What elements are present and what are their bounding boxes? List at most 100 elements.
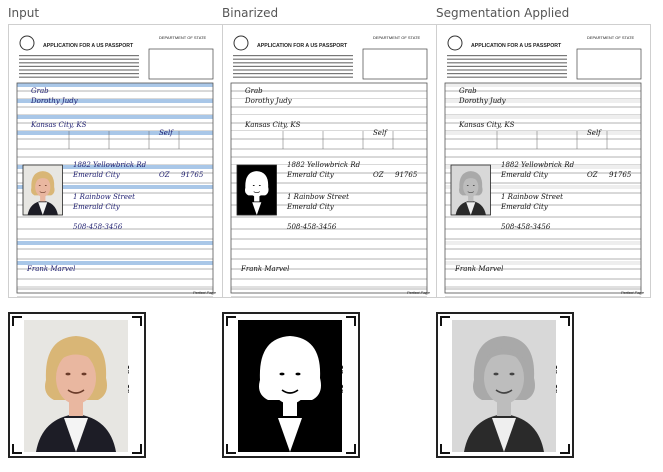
passport-form-input: Grab Dorothy Judy Kansas City, KS Self 1882 …	[8, 24, 223, 298]
passport-form-binarized: Grab Dorothy Judy Kansas City, KS Self 1882 …	[222, 24, 437, 298]
handwritten-entry: 1882 Yellowbrick Rd	[287, 161, 361, 169]
form-section-band	[231, 241, 427, 245]
handwritten-entry: 1882 Yellowbrick Rd	[73, 161, 147, 169]
handwritten-entry: Frank Marvel	[455, 265, 504, 273]
form-section-band	[17, 241, 213, 245]
form-footer-logo: Perfect Page	[406, 290, 430, 295]
form-section-band	[17, 115, 213, 119]
portrait-photo	[24, 320, 128, 452]
form-footer-logo: Perfect Page	[192, 290, 216, 295]
handwritten-entry: Emerald City	[287, 171, 334, 179]
crop-corner	[346, 316, 356, 326]
portrait-eye-left	[252, 184, 255, 187]
form-section-band	[17, 131, 213, 135]
handwritten-entry: 1 Rainbow Street	[501, 193, 563, 201]
form-photo	[237, 165, 277, 216]
portrait-neck	[283, 400, 297, 416]
handwritten-entry: Emerald City	[73, 171, 120, 179]
crop-corner	[226, 444, 236, 454]
portrait-eye-right	[81, 372, 87, 376]
form-section-band	[445, 241, 641, 245]
form-photo	[451, 165, 491, 216]
handwritten-entry: Emerald City	[501, 171, 548, 179]
handwritten-entry: Emerald City	[73, 203, 120, 211]
crop-corner	[12, 316, 22, 326]
panel-title: Binarized	[222, 6, 279, 20]
portrait-neck	[254, 195, 260, 202]
crop-corner	[132, 444, 142, 454]
portrait-photo	[238, 320, 342, 452]
form-section-band	[445, 131, 641, 135]
portrait-photo	[452, 320, 556, 452]
portrait-eye-left	[279, 372, 285, 376]
handwritten-entry: 508-458-3456	[73, 223, 123, 231]
handwritten-entry: Grab	[245, 87, 263, 95]
portrait-eye-left	[65, 372, 71, 376]
portrait-eye-right	[258, 184, 261, 187]
handwritten-entry: Emerald City	[287, 203, 334, 211]
handwritten-entry: 1882 Yellowbrick Rd	[501, 161, 575, 169]
portrait-face	[249, 177, 265, 197]
handwritten-entry: 1 Rainbow Street	[287, 193, 349, 201]
portrait-eye-right	[44, 184, 47, 187]
form-department: DEPARTMENT OF STATE	[587, 35, 635, 40]
portrait-face	[270, 352, 310, 404]
portrait-eye-left	[466, 184, 469, 187]
portrait-eye-left	[38, 184, 41, 187]
passport-form-segmented: Grab Dorothy Judy Kansas City, KS Self 1882 …	[436, 24, 651, 298]
portrait-face	[463, 177, 479, 197]
form-header: APPLICATION FOR A US PASSPORT	[43, 43, 134, 49]
handwritten-entry: 91765	[181, 171, 204, 179]
handwritten-entry: Frank Marvel	[27, 265, 76, 273]
panel-title: Segmentation Applied	[436, 6, 570, 20]
photo-card-input: 2" x 2"2" x 2"	[8, 312, 146, 458]
handwritten-entry: 91765	[609, 171, 632, 179]
portrait-neck	[69, 400, 83, 416]
crop-corner	[440, 444, 450, 454]
portrait-neck	[497, 400, 511, 416]
handwritten-entry: OZ	[159, 171, 170, 179]
handwritten-entry: 1 Rainbow Street	[73, 193, 135, 201]
photo-card-binarized: 2" x 2"2" x 2"	[222, 312, 360, 458]
handwritten-entry: Dorothy Judy	[459, 97, 506, 105]
crop-corner	[560, 444, 570, 454]
form-header: APPLICATION FOR A US PASSPORT	[471, 43, 562, 49]
portrait-face	[56, 352, 96, 404]
handwritten-entry: Self	[373, 129, 387, 137]
crop-corner	[440, 316, 450, 326]
handwritten-entry: OZ	[373, 171, 384, 179]
crop-corner	[226, 316, 236, 326]
handwritten-entry: Grab	[459, 87, 477, 95]
handwritten-entry: Dorothy Judy	[31, 97, 78, 105]
form-section-band	[445, 115, 641, 119]
crop-corner	[12, 444, 22, 454]
handwritten-entry: Emerald City	[501, 203, 548, 211]
handwritten-entry: Kansas City, KS	[31, 121, 87, 129]
form-photo	[23, 165, 63, 216]
form-footer-logo: Perfect Page	[620, 290, 644, 295]
portrait-eye-right	[472, 184, 475, 187]
portrait-face	[35, 177, 51, 197]
handwritten-entry: Self	[587, 129, 601, 137]
form-department: DEPARTMENT OF STATE	[159, 35, 207, 40]
crop-corner	[560, 316, 570, 326]
handwritten-entry: Self	[159, 129, 173, 137]
handwritten-entry: 508-458-3456	[501, 223, 551, 231]
handwritten-entry: Kansas City, KS	[245, 121, 301, 129]
photo-card-segmented: 2" x 2"2" x 2"	[436, 312, 574, 458]
handwritten-entry: Frank Marvel	[241, 265, 290, 273]
portrait-neck	[468, 195, 474, 202]
handwritten-entry: OZ	[587, 171, 598, 179]
form-department: DEPARTMENT OF STATE	[373, 35, 421, 40]
portrait-eye-left	[493, 372, 499, 376]
portrait-eye-right	[295, 372, 301, 376]
handwritten-entry: 91765	[395, 171, 418, 179]
handwritten-entry: 508-458-3456	[287, 223, 337, 231]
form-header: APPLICATION FOR A US PASSPORT	[257, 43, 348, 49]
portrait-neck	[40, 195, 46, 202]
handwritten-entry: Kansas City, KS	[459, 121, 515, 129]
portrait-eye-right	[509, 372, 515, 376]
handwritten-entry: Dorothy Judy	[245, 97, 292, 105]
form-section-band	[231, 131, 427, 135]
crop-corner	[132, 316, 142, 326]
